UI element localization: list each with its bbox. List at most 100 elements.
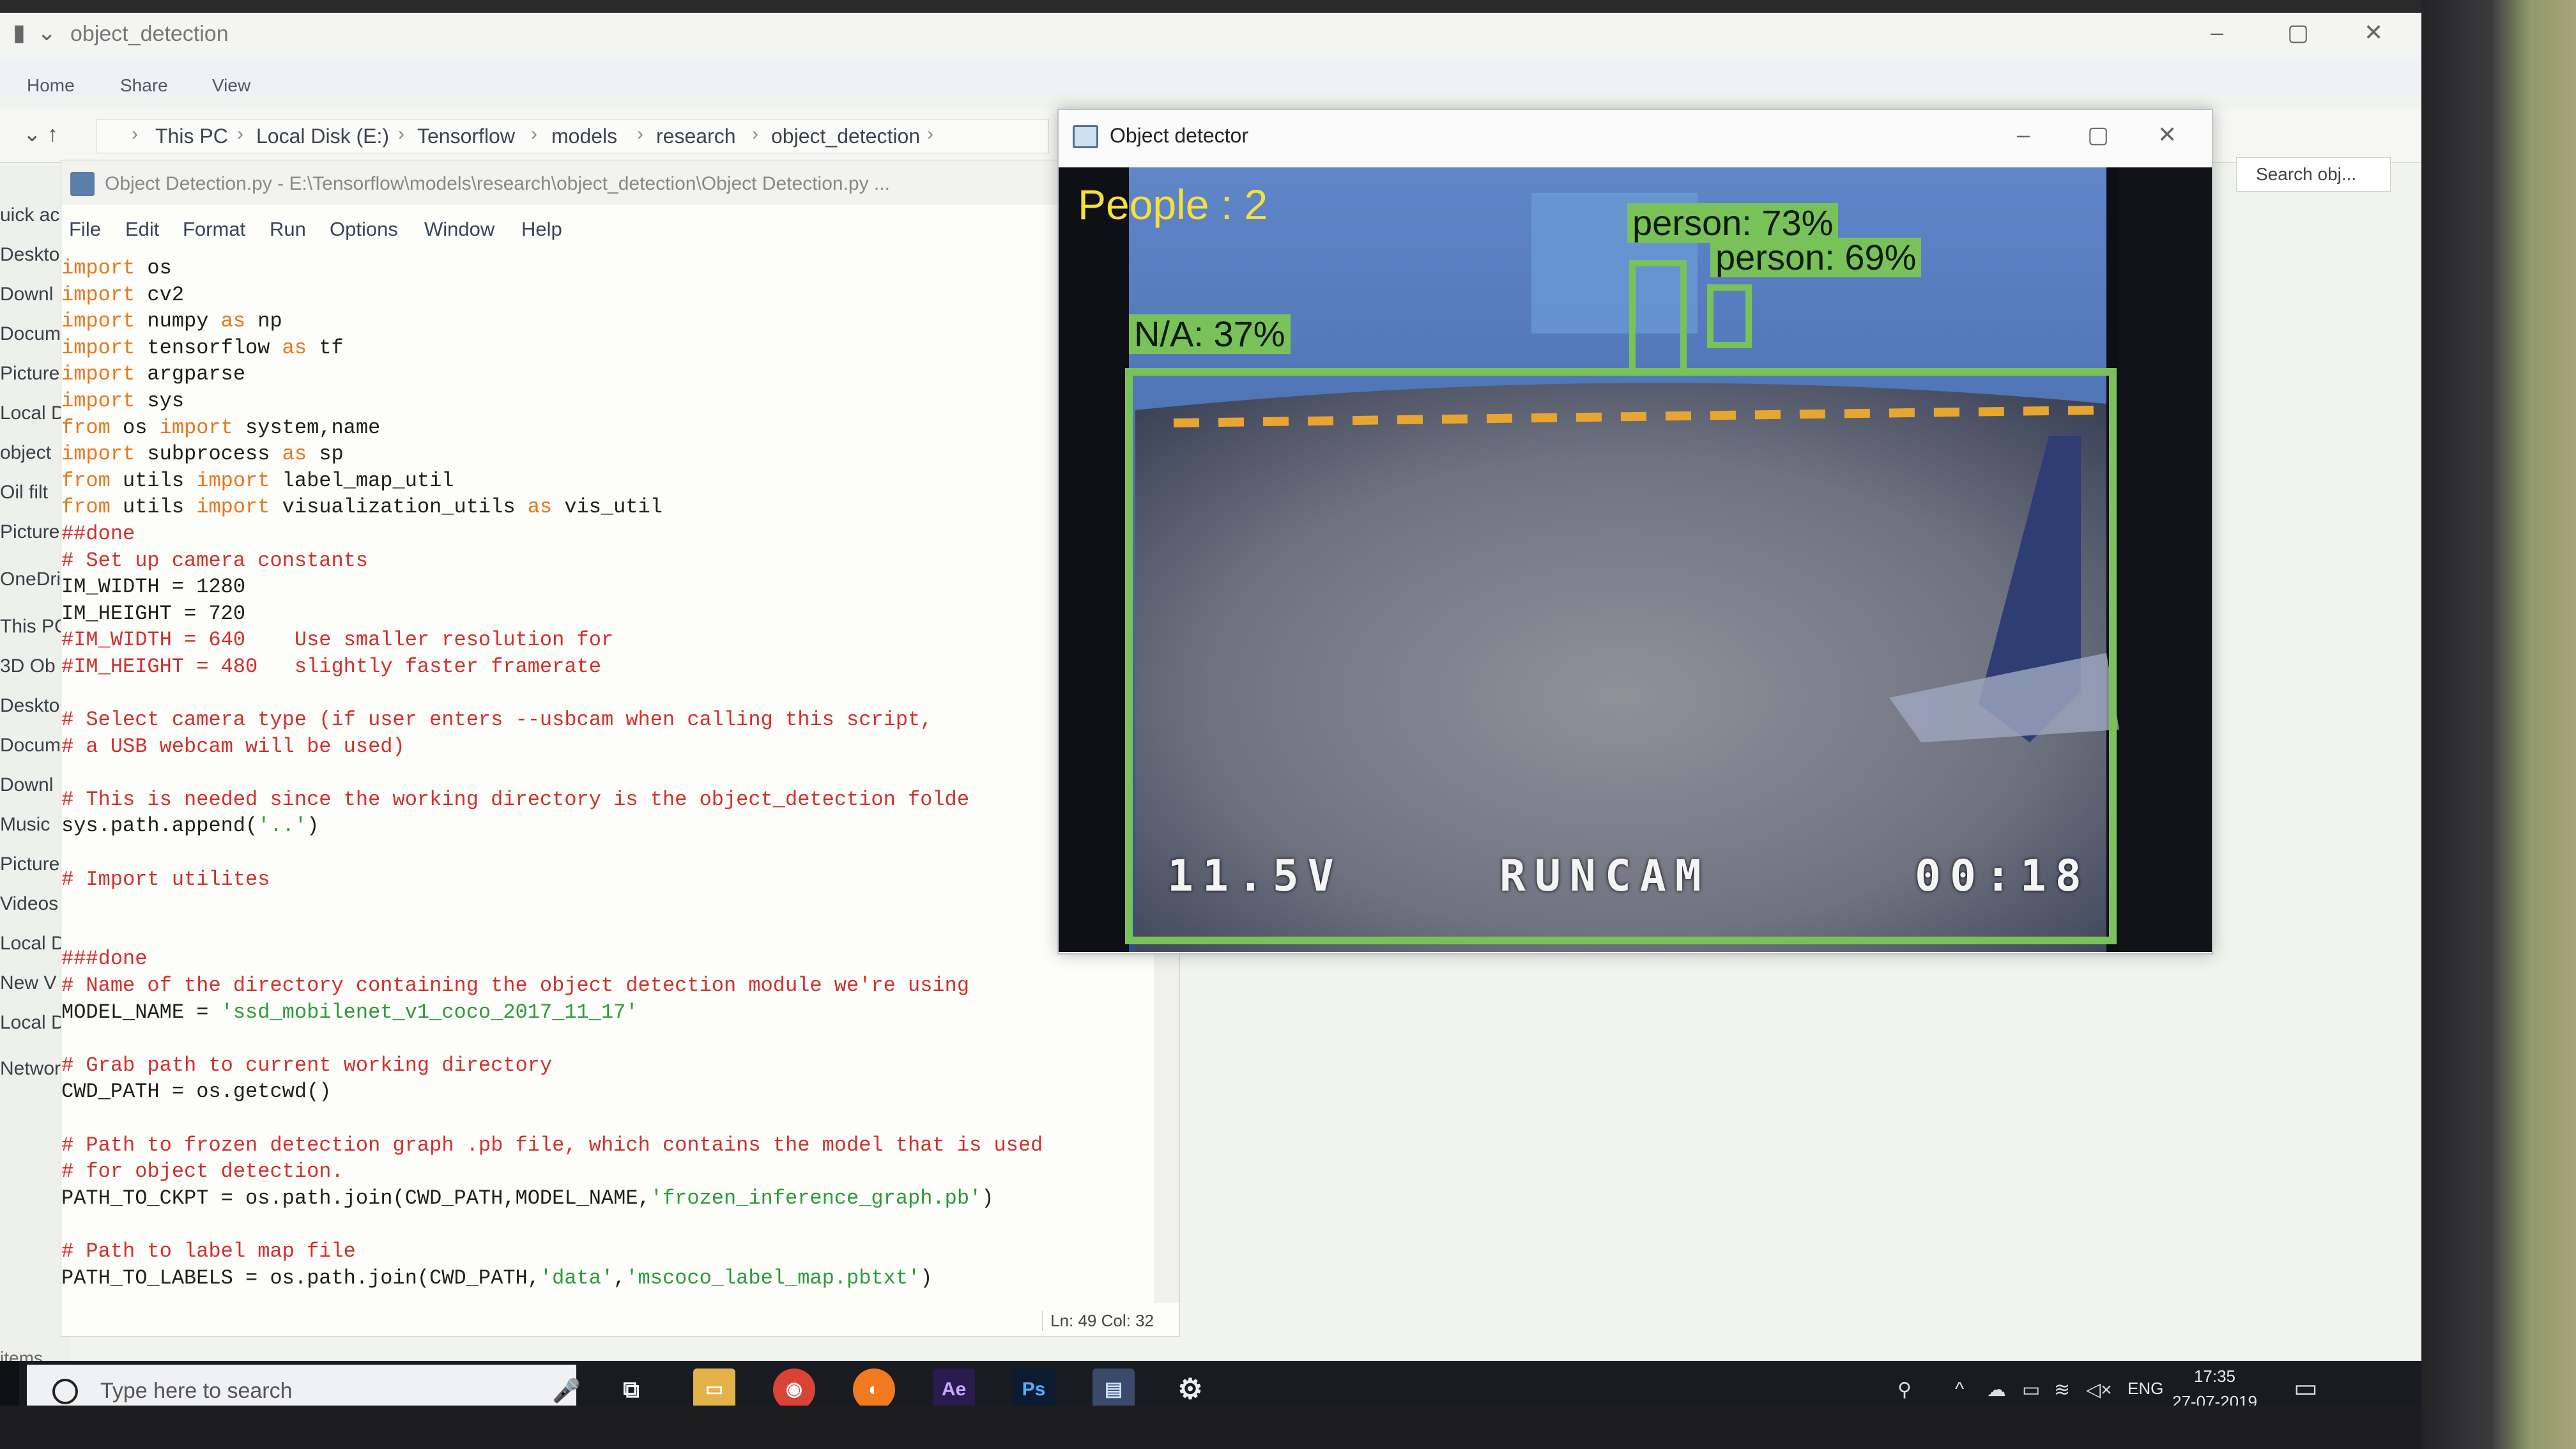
search-input[interactable]: Search obj... xyxy=(2236,157,2391,192)
taskbar-search-input[interactable]: Type here to search 🎤 xyxy=(27,1365,581,1406)
nav-item[interactable]: Local D xyxy=(0,933,65,954)
language-indicator[interactable]: ENG xyxy=(2128,1379,2163,1399)
breadcrumb-research[interactable]: research xyxy=(656,125,736,148)
menu-edit[interactable]: Edit xyxy=(125,218,159,241)
code-line: # Select camera type (if user enters --u… xyxy=(61,708,933,732)
people-icon[interactable]: ⚲ xyxy=(1897,1379,1912,1401)
nav-item-network[interactable]: Network xyxy=(0,1058,70,1080)
nav-item[interactable]: Downl xyxy=(0,284,53,305)
object-detector-window: Object detector – ▢ ✕ People: 2 N/A: 37… xyxy=(1057,109,2213,954)
nav-item[interactable]: Deskto xyxy=(0,695,59,717)
code-editor[interactable]: import os import cv2 import numpy as np imp… xyxy=(61,255,1147,1303)
chrome-icon[interactable]: ◉ xyxy=(773,1368,815,1406)
nav-item[interactable]: Picture xyxy=(0,854,59,875)
firefox-icon[interactable]: ◐ xyxy=(853,1368,895,1406)
tab-view[interactable]: View xyxy=(212,75,250,96)
nav-item[interactable]: Deskto xyxy=(0,244,59,266)
notification-icon[interactable]: ▭ xyxy=(2294,1374,2318,1403)
code-line: # Import utilites xyxy=(61,867,270,891)
start-button[interactable] xyxy=(0,1361,19,1406)
menu-options[interactable]: Options xyxy=(330,218,398,241)
nav-item[interactable]: Picture xyxy=(0,521,59,543)
maximize-icon[interactable]: ▢ xyxy=(2287,19,2309,46)
code-line: import os xyxy=(61,256,172,280)
task-view-icon[interactable]: ⧉ xyxy=(610,1368,652,1406)
nav-item[interactable]: Local D xyxy=(0,1012,65,1034)
code-line: import argparse xyxy=(61,362,246,387)
code-line: # Name of the directory containing the o… xyxy=(61,974,970,998)
breadcrumb[interactable]: › This PC › Local Disk (E:) › Tensorflow… xyxy=(96,119,1049,153)
code-line: # This is needed since the working direc… xyxy=(61,787,970,811)
nav-item-onedrive[interactable]: OneDriv xyxy=(0,569,70,590)
code-line: # Set up camera constants xyxy=(61,548,369,572)
tab-home[interactable]: Home xyxy=(27,75,75,96)
code-line: import sys xyxy=(61,388,185,413)
settings-gear-icon[interactable]: ⚙ xyxy=(1169,1368,1211,1406)
nav-item[interactable]: 3D Ob xyxy=(0,656,56,677)
osd-brand: RUNCAM xyxy=(1499,851,1710,901)
nav-item[interactable]: Downl xyxy=(0,774,53,796)
nav-item-this-pc[interactable]: This PC xyxy=(0,616,68,638)
nav-item[interactable]: Docum xyxy=(0,323,61,345)
nav-item[interactable]: object xyxy=(0,442,51,464)
menu-window[interactable]: Window xyxy=(424,218,494,241)
up-arrow-icon[interactable]: ⌄ ↑ xyxy=(23,121,58,147)
nav-item[interactable]: uick ac xyxy=(0,204,59,226)
idle-editor-window: Object Detection.py - E:\Tensorflow\mode… xyxy=(61,160,1180,1337)
onedrive-icon[interactable]: ☁ xyxy=(1987,1379,2006,1401)
close-icon[interactable]: ✕ xyxy=(2364,19,2383,46)
clock[interactable]: 17:35 27-07-2019 xyxy=(2172,1363,2257,1406)
wifi-icon[interactable]: ≋ xyxy=(2054,1379,2070,1401)
detection-label-person-2: person: 69% xyxy=(1710,238,1922,277)
screen: ▮ ⌄ object_detection – ▢ ✕ Home Share Vi… xyxy=(0,13,2421,1406)
breadcrumb-object-detection[interactable]: object_detection xyxy=(771,125,920,148)
file-explorer-icon[interactable]: ▭ xyxy=(693,1368,735,1406)
idle-icon[interactable]: ▤ xyxy=(1092,1368,1135,1406)
nav-item[interactable]: Picture xyxy=(0,363,59,385)
menu-help[interactable]: Help xyxy=(521,218,562,241)
breadcrumb-separator: › xyxy=(132,123,138,144)
idle-menubar: File Edit Format Run Options Window Help xyxy=(61,214,1179,246)
battery-icon[interactable]: ▭ xyxy=(2022,1379,2040,1401)
maximize-icon[interactable]: ▢ xyxy=(2087,121,2109,148)
chevron-up-icon[interactable]: ^ xyxy=(1955,1379,1964,1400)
nav-item[interactable]: Docum xyxy=(0,735,61,756)
code-line: IM_HEIGHT = 720 xyxy=(61,601,246,625)
menu-file[interactable]: File xyxy=(69,218,101,241)
menu-run[interactable]: Run xyxy=(270,218,306,241)
detector-title: Object detector xyxy=(1110,124,1248,147)
microphone-icon[interactable]: 🎤 xyxy=(552,1377,581,1404)
quick-access-icon[interactable]: ⌄ xyxy=(37,19,56,46)
close-icon[interactable]: ✕ xyxy=(2158,121,2177,148)
tab-share[interactable]: Share xyxy=(120,75,168,96)
code-line: # Grab path to current working directory xyxy=(61,1053,553,1077)
code-line: import subprocess as sp xyxy=(61,442,344,466)
breadcrumb-tensorflow[interactable]: Tensorflow xyxy=(417,125,515,148)
camera-feed: People : 2 N/A: 37% person: 73% person: … xyxy=(1059,167,2212,952)
code-line: import numpy as np xyxy=(61,309,282,334)
breadcrumb-this-pc[interactable]: This PC xyxy=(155,125,228,148)
breadcrumb-local-disk[interactable]: Local Disk (E:) xyxy=(256,125,389,148)
minimize-icon[interactable]: – xyxy=(2017,121,2030,148)
photoshop-icon[interactable]: Ps xyxy=(1013,1368,1055,1406)
code-line: #IM_HEIGHT = 480 slightly faster framera… xyxy=(61,654,601,678)
code-line: import cv2 xyxy=(61,282,185,307)
nav-item[interactable]: Music xyxy=(0,814,50,836)
menu-format[interactable]: Format xyxy=(183,218,245,241)
nav-item[interactable]: New V xyxy=(0,972,56,994)
nav-item[interactable]: Oil filt xyxy=(0,482,48,503)
after-effects-icon[interactable]: Ae xyxy=(933,1368,975,1406)
breadcrumb-models[interactable]: models xyxy=(551,125,617,148)
code-line: MODEL_NAME = 'ssd_mobilenet_v1_coco_2017… xyxy=(61,1000,638,1024)
nav-item[interactable]: Local D xyxy=(0,402,65,424)
nav-item[interactable]: Videos xyxy=(0,893,58,915)
minimize-icon[interactable]: – xyxy=(2211,19,2223,46)
taskbar: Type here to search 🎤 ⧉ ▭ ◉ ◐ Ae Ps ▤ ⚙ … xyxy=(0,1361,2421,1406)
osd-voltage: 11.5V xyxy=(1167,851,1343,901)
code-line: from utils import visualization_utils as… xyxy=(61,495,663,519)
volume-muted-icon[interactable]: ◁× xyxy=(2086,1379,2112,1401)
